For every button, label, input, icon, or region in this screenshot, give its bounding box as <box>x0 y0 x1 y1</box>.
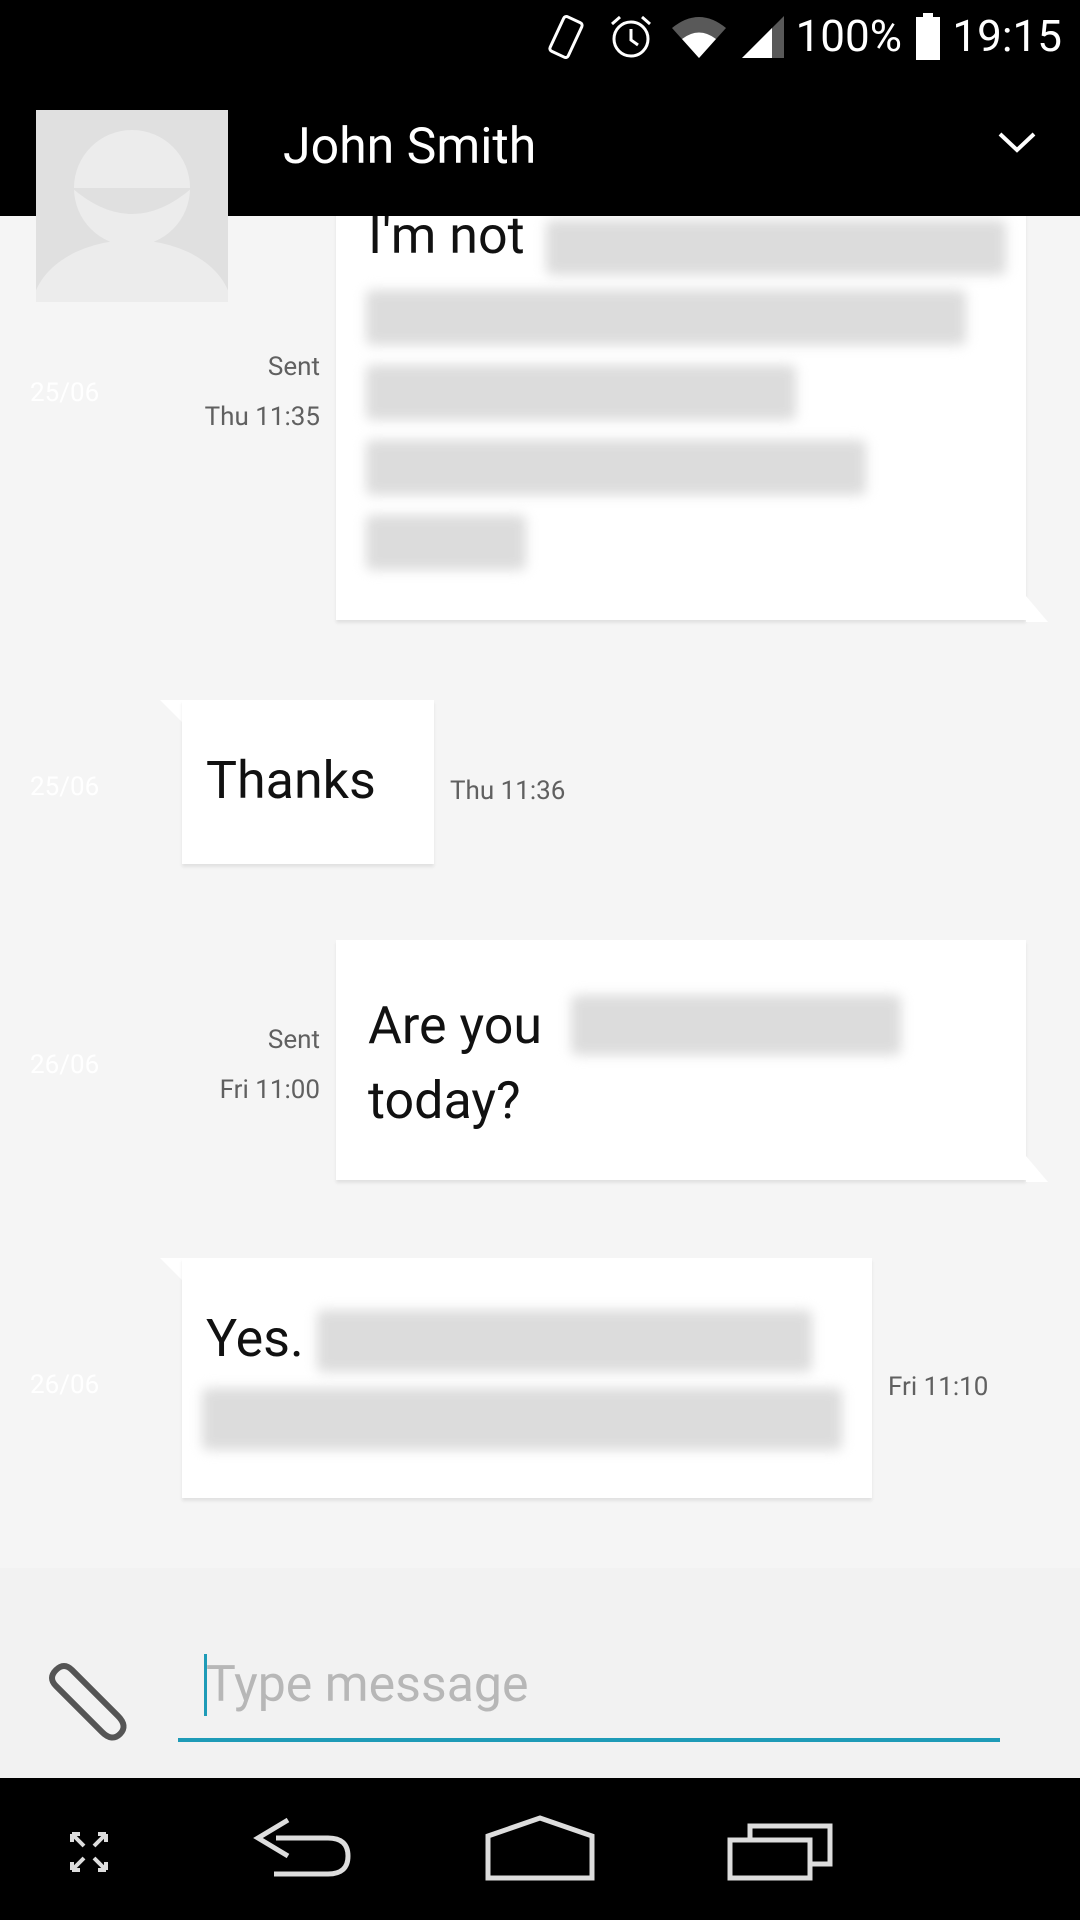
person-icon <box>36 130 228 302</box>
clock: 19:15 <box>952 10 1062 62</box>
redacted-text <box>546 220 1006 275</box>
message-status: Sent <box>267 1025 320 1055</box>
message-meta: Sent Thu 11:35 <box>150 342 320 442</box>
message-text: Are you <box>368 995 543 1056</box>
alarm-icon <box>611 15 651 58</box>
recent-apps-icon[interactable] <box>726 1798 836 1898</box>
chevron-down-icon[interactable] <box>994 120 1040 166</box>
message-bubble-sent[interactable]: I'm not <box>336 150 1026 620</box>
vibrate-icon <box>548 15 584 59</box>
message-time: Thu 11:36 <box>450 776 566 806</box>
message-date: 26/06 <box>30 1050 100 1080</box>
bubble-tail <box>160 1258 184 1282</box>
back-icon[interactable] <box>248 1798 358 1898</box>
message-status: Sent <box>267 352 320 382</box>
battery-icon <box>916 13 940 60</box>
message-bubble-sent[interactable]: Are you today? <box>336 940 1026 1180</box>
bubble-tail <box>160 700 184 724</box>
home-icon[interactable] <box>484 1798 596 1898</box>
message-input-placeholder: Type message <box>206 1656 529 1714</box>
message-time: Fri 11:10 <box>888 1372 989 1402</box>
composer: Type message <box>0 1568 1080 1778</box>
signal-icon <box>742 16 784 58</box>
navigation-bar <box>0 1778 1080 1920</box>
bubble-tail <box>1026 1156 1048 1182</box>
message-input[interactable]: Type message <box>178 1628 1000 1742</box>
redacted-text <box>366 515 526 570</box>
battery-percent: 100% <box>795 10 902 62</box>
message-bubble-received[interactable]: Thanks <box>182 700 434 864</box>
message-time: Fri 11:00 <box>219 1075 320 1105</box>
message-text: today? <box>368 1070 521 1131</box>
redacted-text <box>571 995 901 1055</box>
redacted-text <box>366 290 966 345</box>
paperclip-icon[interactable] <box>40 1660 130 1750</box>
message-date: 26/06 <box>30 1370 100 1400</box>
redacted-text <box>366 365 796 420</box>
message-time: Thu 11:35 <box>204 402 320 432</box>
message-text: Yes. <box>206 1308 304 1369</box>
redacted-text <box>317 1310 812 1372</box>
message-bubble-received[interactable]: Yes. <box>182 1258 872 1498</box>
redacted-text <box>366 440 866 495</box>
wifi-icon <box>672 17 726 58</box>
expand-icon[interactable] <box>64 1798 114 1898</box>
bubble-tail <box>1026 596 1048 622</box>
status-bar: 100% 19:15 <box>0 0 1080 74</box>
redacted-text <box>202 1388 842 1450</box>
message-date: 25/06 <box>30 772 100 802</box>
message-date: 25/06 <box>30 378 100 408</box>
avatar[interactable] <box>36 110 228 302</box>
message-text: Thanks <box>206 750 376 811</box>
contact-name[interactable]: John Smith <box>283 118 536 176</box>
message-meta: Sent Fri 11:00 <box>150 1015 320 1115</box>
